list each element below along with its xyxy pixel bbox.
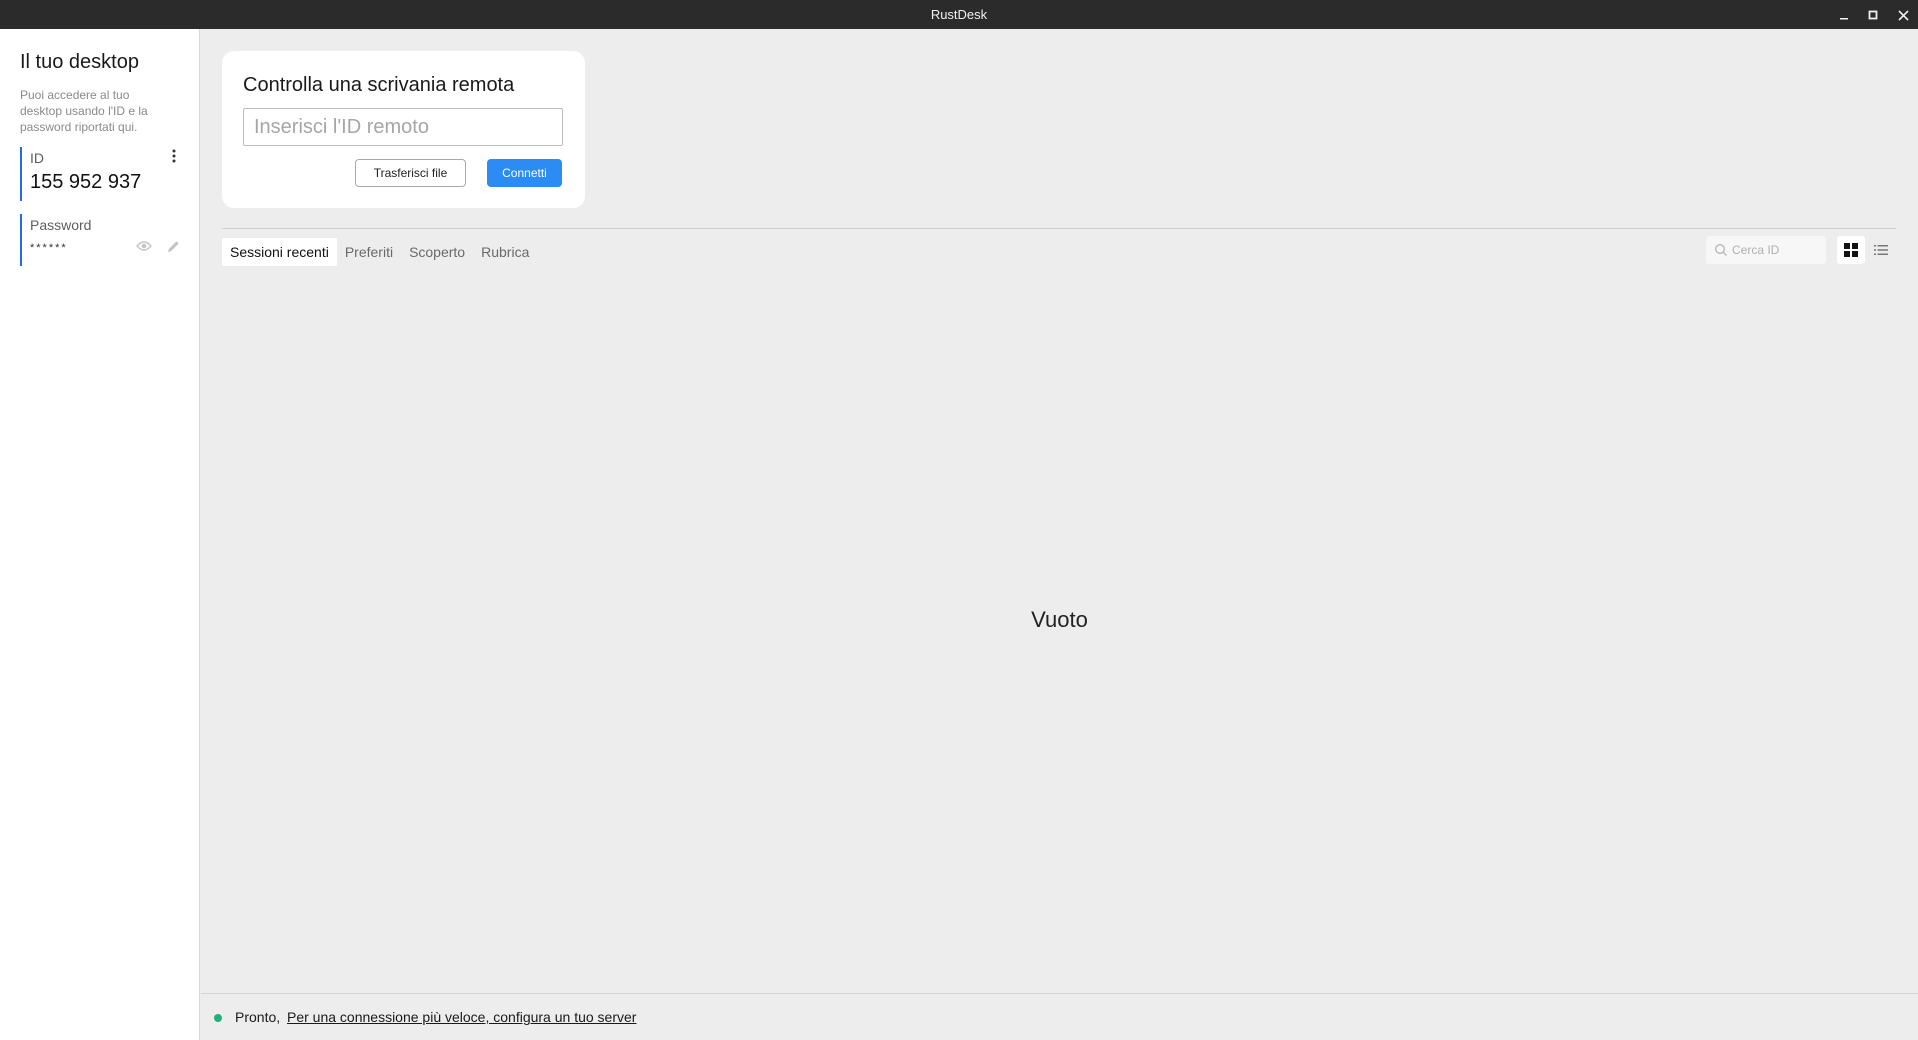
status-bar: Pronto, Per una connessione più veloce, … xyxy=(201,993,1918,1040)
remote-control-title: Controlla una scrivania remota xyxy=(243,74,515,96)
divider xyxy=(222,228,1896,229)
tab-recent-sessions[interactable]: Sessioni recenti xyxy=(222,238,337,266)
search-box xyxy=(1706,236,1826,264)
search-icon xyxy=(1715,244,1727,256)
window-title: RustDesk xyxy=(930,7,988,22)
remote-id-input[interactable] xyxy=(243,108,563,146)
more-options-icon[interactable] xyxy=(166,147,182,165)
empty-state-text: Vuoto xyxy=(1031,607,1088,632)
main-content: Controlla una scrivania remota Trasferis… xyxy=(201,29,1918,1040)
list-view-icon[interactable] xyxy=(1867,236,1895,264)
minimize-icon[interactable] xyxy=(1834,5,1854,25)
eye-icon[interactable] xyxy=(134,236,154,256)
maximize-icon[interactable] xyxy=(1863,5,1883,25)
configure-server-link[interactable]: Per una connessione più veloce, configur… xyxy=(287,1009,636,1025)
search-id-input[interactable] xyxy=(1732,240,1820,260)
transfer-file-button[interactable]: Trasferisci file xyxy=(355,159,466,187)
id-label: ID xyxy=(30,150,44,166)
peer-tabs: Sessioni recenti Preferiti Scoperto Rubr… xyxy=(222,238,537,266)
grid-view-icon[interactable] xyxy=(1837,236,1865,264)
status-text: Pronto, xyxy=(235,1009,281,1025)
sidebar-title: Il tuo desktop xyxy=(20,51,139,73)
close-icon[interactable] xyxy=(1893,5,1913,25)
edit-pencil-icon[interactable] xyxy=(163,236,183,256)
tab-address-book[interactable]: Rubrica xyxy=(473,238,537,266)
id-section: ID 155 952 937 xyxy=(20,147,185,201)
sidebar-description: Puoi accedere al tuo desktop usando l'ID… xyxy=(20,88,148,134)
password-value: ****** xyxy=(30,242,68,254)
tab-discovered[interactable]: Scoperto xyxy=(401,238,473,266)
tab-favorites[interactable]: Preferiti xyxy=(337,238,401,266)
remote-control-card: Controlla una scrivania remota Trasferis… xyxy=(222,51,585,208)
sidebar: Il tuo desktop Puoi accedere al tuo desk… xyxy=(0,29,200,1040)
password-label: Password xyxy=(30,217,92,233)
connect-button[interactable]: Connetti xyxy=(487,159,562,187)
password-section: Password ****** xyxy=(20,214,185,266)
status-indicator xyxy=(214,1014,222,1022)
id-value: 155 952 937 xyxy=(30,171,142,193)
title-bar: RustDesk xyxy=(0,0,1918,29)
